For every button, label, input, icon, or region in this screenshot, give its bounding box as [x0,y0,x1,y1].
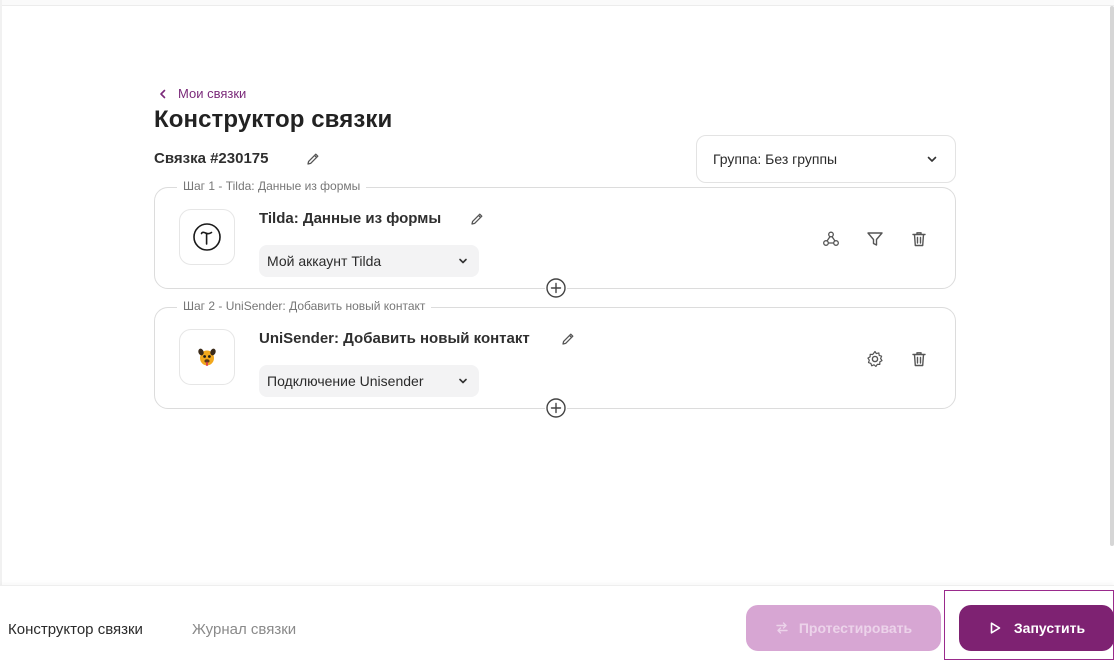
account-select[interactable]: Мой аккаунт Tilda [259,245,479,277]
edit-step-name-icon[interactable] [468,210,486,228]
account-select-value: Подключение Unisender [267,373,424,389]
tab-connection-builder[interactable]: Конструктор связки [8,621,143,638]
webhook-icon[interactable] [820,228,842,250]
step-name: UniSender: Добавить новый контакт [259,330,530,347]
add-step-button[interactable] [545,397,567,419]
chevron-down-icon [459,258,467,264]
trash-icon[interactable] [908,228,930,250]
account-select-value: Мой аккаунт Tilda [267,253,382,269]
add-step-button[interactable] [545,277,567,299]
play-icon [990,622,1001,634]
run-button-label: Запустить [1013,620,1086,636]
plus-circle-icon [546,398,566,418]
chevron-left-icon [160,89,166,98]
step-legend: Шаг 1 - Tilda: Данные из формы [177,179,367,193]
tilda-logo-icon [179,209,235,265]
unisender-logo-icon [179,329,235,385]
account-select[interactable]: Подключение Unisender [259,365,479,397]
group-select[interactable]: Группа: Без группы [696,135,956,183]
run-button[interactable]: Запустить [959,605,1114,651]
step-legend: Шаг 2 - UniSender: Добавить новый контак… [177,299,432,313]
page-title: Конструктор связки [154,106,393,133]
back-link-my-connections[interactable]: Мои связки [156,86,246,101]
step-card-2: Шаг 2 - UniSender: Добавить новый контак… [154,299,956,419]
left-border [0,0,2,663]
plus-circle-icon [546,278,566,298]
edit-step-name-icon[interactable] [559,330,577,348]
connection-id: Связка #230175 [154,150,269,167]
chevron-down-icon [459,378,467,384]
trash-icon[interactable] [908,348,930,370]
chevron-down-icon [927,156,937,162]
tab-connection-log[interactable]: Журнал связки [192,621,296,638]
gear-icon[interactable] [864,348,886,370]
test-button-label: Протестировать [798,620,913,636]
filter-icon[interactable] [864,228,886,250]
back-link-label: Мои связки [178,86,247,101]
footer-bar: Конструктор связки Журнал связки Протест… [0,585,1114,663]
swap-arrows-icon [776,622,788,634]
test-button[interactable]: Протестировать [746,605,941,651]
top-border [0,0,1114,6]
step-name: Tilda: Данные из формы [259,210,442,227]
scrollbar[interactable] [1110,6,1114,546]
edit-connection-name-icon[interactable] [304,150,322,168]
step-card-1: Шаг 1 - Tilda: Данные из формы Tilda: Да… [154,179,956,299]
group-select-value: Группа: Без группы [713,151,838,167]
